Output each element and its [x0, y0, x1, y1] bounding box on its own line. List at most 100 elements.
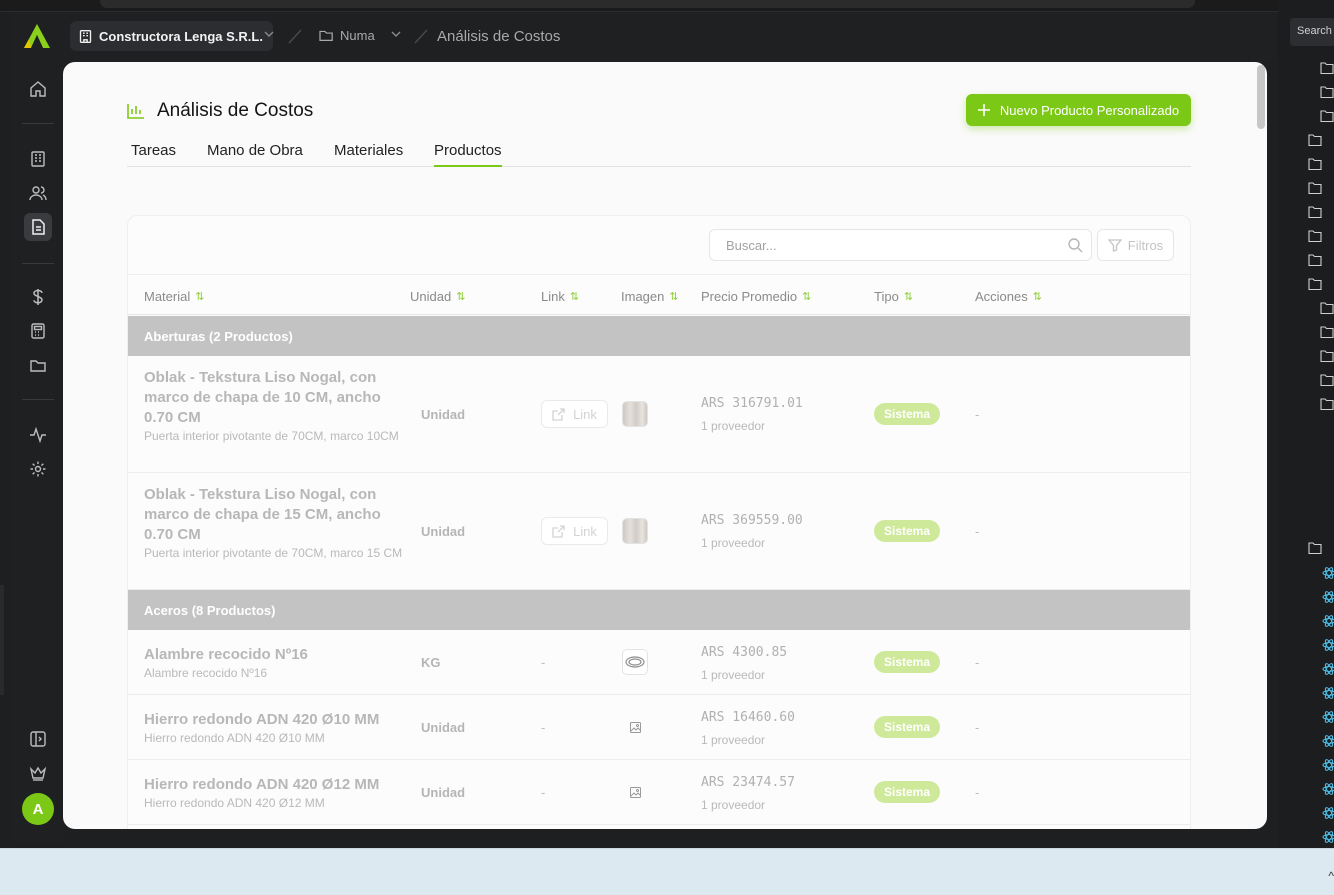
- breadcrumb-current: Análisis de Costos: [437, 28, 561, 45]
- table-row[interactable]: Hierro redondo ADN 420 Ø12 MM Hierro red…: [128, 760, 1190, 825]
- sort-icon: ⇅: [802, 291, 811, 303]
- calculator-icon[interactable]: [24, 317, 52, 345]
- react-file-icon[interactable]: [1322, 830, 1334, 844]
- column-acciones[interactable]: Acciones ⇅: [975, 289, 1042, 304]
- folder-icon[interactable]: [1320, 62, 1334, 74]
- folder-icon[interactable]: [24, 351, 52, 379]
- group-header-aberturas[interactable]: Aberturas (2 Productos): [128, 316, 1190, 356]
- folder-icon[interactable]: [1320, 398, 1334, 410]
- table-row[interactable]: Oblak - Tekstura Liso Nogal, con marco d…: [128, 473, 1190, 590]
- chevron-down-icon[interactable]: [391, 30, 401, 38]
- main-card: Análisis de Costos Nuevo Producto Person…: [63, 62, 1267, 829]
- react-file-icon[interactable]: [1322, 734, 1334, 748]
- product-image[interactable]: [622, 518, 648, 544]
- new-product-button[interactable]: Nuevo Producto Personalizado: [966, 94, 1191, 126]
- browser-top-strip: [0, 0, 1278, 12]
- column-link[interactable]: Link ⇅: [541, 289, 579, 304]
- app-logo[interactable]: [22, 22, 52, 50]
- home-icon[interactable]: [24, 75, 52, 103]
- page-header: Análisis de Costos: [127, 100, 313, 122]
- product-image[interactable]: [622, 401, 648, 427]
- folder-icon[interactable]: [1320, 374, 1334, 386]
- image-placeholder-icon: [629, 786, 641, 798]
- link-button[interactable]: Link: [541, 400, 608, 428]
- price-value: ARS 16460.60: [701, 710, 795, 725]
- material-description: Alambre recocido Nº16: [144, 666, 268, 680]
- tab-tareas[interactable]: Tareas: [131, 142, 176, 167]
- building-icon[interactable]: [24, 145, 52, 173]
- column-material[interactable]: Material ⇅: [144, 289, 204, 304]
- folder-icon[interactable]: [1320, 110, 1334, 122]
- folder-open-icon: [319, 30, 333, 41]
- project-selector[interactable]: Numa: [319, 28, 375, 43]
- tab-materiales[interactable]: Materiales: [334, 142, 403, 167]
- folder-icon[interactable]: [1308, 182, 1322, 194]
- filter-button[interactable]: Filtros: [1097, 229, 1174, 261]
- react-file-icon[interactable]: [1322, 590, 1334, 604]
- folder-icon[interactable]: [1308, 206, 1322, 218]
- react-file-icon[interactable]: [1322, 638, 1334, 652]
- react-file-icon[interactable]: [1322, 662, 1334, 676]
- react-file-icon[interactable]: [1322, 614, 1334, 628]
- document-icon[interactable]: [24, 213, 52, 241]
- react-file-icon[interactable]: [1322, 686, 1334, 700]
- search-input[interactable]: Buscar...: [709, 229, 1092, 261]
- folder-icon[interactable]: [1308, 158, 1322, 170]
- product-image[interactable]: [622, 779, 648, 805]
- product-image[interactable]: [622, 714, 648, 740]
- sort-icon: ⇅: [569, 291, 579, 303]
- crown-icon[interactable]: [24, 759, 52, 787]
- user-avatar[interactable]: A: [22, 793, 54, 825]
- react-file-icon[interactable]: [1322, 758, 1334, 772]
- scrollbar[interactable]: [1257, 65, 1265, 129]
- price-value: ARS 4300.85: [701, 645, 788, 660]
- chevron-up-icon[interactable]: ^: [1328, 869, 1334, 883]
- column-unidad[interactable]: Unidad ⇅: [410, 289, 465, 304]
- material-description: Hierro redondo ADN 420 Ø10 MM: [144, 731, 325, 745]
- chevron-down-icon[interactable]: [264, 30, 274, 38]
- folder-icon[interactable]: [1320, 86, 1334, 98]
- file-tree-panel: Search: [1278, 0, 1334, 850]
- link-cell: -: [541, 655, 546, 670]
- table-row[interactable]: Oblak - Tekstura Liso Nogal, con marco d…: [128, 356, 1190, 473]
- group-header-aceros[interactable]: Aceros (8 Productos): [128, 590, 1190, 630]
- tab-productos[interactable]: Productos: [434, 142, 502, 167]
- unit-cell: KG: [421, 655, 441, 670]
- filter-label: Filtros: [1127, 237, 1164, 253]
- company-selector[interactable]: Constructora Lenga S.R.L.: [70, 21, 273, 51]
- folder-icon[interactable]: [1308, 230, 1322, 242]
- react-file-icon[interactable]: [1322, 710, 1334, 724]
- folder-icon[interactable]: [1320, 326, 1334, 338]
- actions-cell: -: [975, 524, 980, 539]
- folder-icon[interactable]: [1308, 542, 1322, 554]
- react-file-icon[interactable]: [1322, 806, 1334, 820]
- column-precio[interactable]: Precio Promedio ⇅: [701, 289, 811, 304]
- users-icon[interactable]: [24, 179, 52, 207]
- activity-icon[interactable]: [24, 421, 52, 449]
- table-row[interactable]: Hierro redondo ADN 420 Ø10 MM Hierro red…: [128, 695, 1190, 760]
- folder-icon[interactable]: [1308, 278, 1322, 290]
- address-bar[interactable]: [100, 0, 1195, 8]
- react-file-icon[interactable]: [1322, 782, 1334, 796]
- product-image[interactable]: [622, 649, 648, 675]
- type-badge: Sistema: [874, 520, 941, 542]
- providers-count: 1 proveedor: [701, 668, 766, 682]
- link-button[interactable]: Link: [541, 517, 608, 545]
- settings-icon[interactable]: [24, 455, 52, 483]
- sidebar-toggle-icon[interactable]: [24, 725, 52, 753]
- folder-icon[interactable]: [1320, 350, 1334, 362]
- material-description: Hierro redondo ADN 420 Ø12 MM: [144, 796, 325, 810]
- table-row[interactable]: Alambre recocido Nº16 Alambre recocido N…: [128, 630, 1190, 695]
- wire-coil-icon: [625, 656, 645, 668]
- column-imagen[interactable]: Imagen ⇅: [621, 289, 679, 304]
- file-search-input[interactable]: Search: [1290, 18, 1334, 46]
- tab-mano-de-obra[interactable]: Mano de Obra: [207, 142, 303, 167]
- material-cell: Oblak - Tekstura Liso Nogal, con marco d…: [144, 485, 406, 561]
- folder-icon[interactable]: [1308, 254, 1322, 266]
- folder-icon[interactable]: [1308, 134, 1322, 146]
- column-tipo[interactable]: Tipo ⇅: [874, 289, 913, 304]
- dollar-icon[interactable]: [24, 283, 52, 311]
- react-file-icon[interactable]: [1322, 566, 1334, 580]
- building-icon: [79, 29, 92, 43]
- folder-icon[interactable]: [1320, 302, 1334, 314]
